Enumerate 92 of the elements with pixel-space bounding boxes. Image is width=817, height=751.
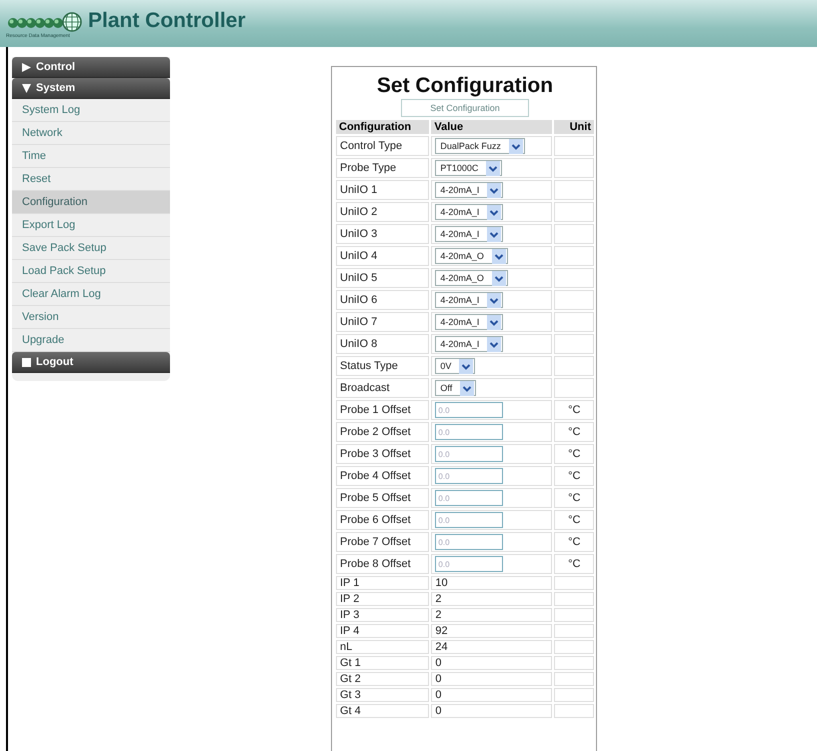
chevron-down-icon [487, 314, 502, 330]
sidebar-heading[interactable]: Control [12, 57, 170, 78]
table-cell: Broadcast [336, 378, 430, 398]
table-cell: UniIO 6 [336, 290, 430, 310]
table-cell: Probe 5 Offset [336, 488, 430, 508]
table-cell: 0 [431, 688, 552, 702]
logo-icon [6, 10, 84, 32]
table-cell: Probe 1 Offset [336, 400, 430, 420]
dropdown[interactable]: 4-20mA_I [435, 292, 504, 308]
table-cell: 0 [431, 656, 552, 670]
chevron-down-icon [487, 292, 502, 308]
dropdown[interactable]: 4-20mA_I [435, 226, 504, 242]
submit-button[interactable]: Set Configuration [401, 99, 529, 117]
table-cell: Control Type [336, 136, 430, 156]
table-cell: UniIO 1 [336, 180, 430, 200]
table-cell: UniIO 3 [336, 224, 430, 244]
table-cell: °C [554, 554, 594, 574]
dropdown[interactable]: 4-20mA_I [435, 204, 504, 220]
dropdown[interactable]: 4-20mA_I [435, 336, 504, 352]
square-icon [22, 358, 31, 366]
table-cell: 2 [431, 592, 552, 606]
table-cell: °C [554, 532, 594, 552]
table-cell: Gt 2 [336, 672, 430, 686]
chevron-down-icon [492, 248, 506, 264]
input-field[interactable]: 0.0 [435, 490, 504, 506]
table-cell: 10 [431, 576, 552, 590]
table-cell: nL [336, 640, 430, 654]
chevron-down-icon [460, 380, 474, 396]
dropdown[interactable]: DualPack Fuzz [435, 138, 525, 154]
table-cell: Status Type [336, 356, 430, 376]
table-cell: Gt 4 [336, 704, 430, 718]
table-cell: 0 [431, 704, 552, 718]
dropdown[interactable]: 4-20mA_O [435, 248, 508, 264]
dropdown[interactable]: PT1000C [435, 160, 502, 176]
table-cell: °C [554, 422, 594, 442]
table-cell: Probe 6 Offset [336, 510, 430, 530]
dropdown[interactable]: 4-20mA_O [435, 270, 508, 286]
table-cell: UniIO 2 [336, 202, 430, 222]
panel-title: Set Configuration [376, 75, 554, 97]
input-field[interactable]: 0.0 [435, 468, 504, 484]
chevron-down-icon [459, 358, 474, 374]
input-field[interactable]: 0.0 [435, 534, 504, 550]
triangle-right-icon [22, 62, 31, 72]
chevron-down-icon [508, 138, 523, 154]
table-cell: UniIO 7 [336, 312, 430, 332]
triangle-down-icon [22, 84, 31, 92]
table-cell: UniIO 8 [336, 334, 430, 354]
input-field[interactable]: 0.0 [435, 446, 504, 462]
dropdown[interactable]: Off [435, 380, 476, 396]
chevron-down-icon [486, 160, 500, 176]
column-header: Configuration [336, 120, 430, 134]
chevron-down-icon [487, 182, 502, 198]
table-cell: Probe 8 Offset [336, 554, 430, 574]
table-cell: Gt 1 [336, 656, 430, 670]
table-cell: IP 3 [336, 608, 430, 622]
chevron-down-icon [487, 336, 502, 352]
table-cell: Gt 3 [336, 688, 430, 702]
dropdown[interactable]: 4-20mA_I [435, 314, 504, 330]
table-cell: 92 [431, 624, 552, 638]
chevron-down-icon [487, 226, 502, 242]
input-field[interactable]: 0.0 [435, 424, 504, 440]
table-cell: Probe Type [336, 158, 430, 178]
table-cell: °C [554, 444, 594, 464]
input-field[interactable]: 0.0 [435, 402, 504, 418]
table-cell: IP 2 [336, 592, 430, 606]
table-cell: °C [554, 400, 594, 420]
sidebar-heading[interactable]: Logout [12, 352, 170, 373]
column-header: Value [431, 120, 552, 134]
table-cell: Probe 2 Offset [336, 422, 430, 442]
column-header: Unit [554, 120, 594, 134]
app-title: Plant Controller [88, 8, 246, 32]
dropdown[interactable]: 0V [435, 358, 476, 374]
sidebar-item[interactable]: Configuration [12, 191, 170, 214]
table-cell: IP 4 [336, 624, 430, 638]
table-cell: UniIO 5 [336, 268, 430, 288]
table-cell: °C [554, 510, 594, 530]
table-cell: 24 [431, 640, 552, 654]
table-cell: Probe 7 Offset [336, 532, 430, 552]
table-cell: Probe 3 Offset [336, 444, 430, 464]
dropdown[interactable]: 4-20mA_I [435, 182, 504, 198]
table-cell: °C [554, 488, 594, 508]
table-cell: IP 1 [336, 576, 430, 590]
table-cell: Probe 4 Offset [336, 466, 430, 486]
chevron-down-icon [492, 270, 506, 286]
table-cell: 2 [431, 608, 552, 622]
chevron-down-icon [487, 204, 502, 220]
input-field[interactable]: 0.0 [435, 556, 504, 572]
input-field[interactable]: 0.0 [435, 512, 504, 528]
sidebar-heading[interactable]: System [12, 78, 170, 99]
table-cell: UniIO 4 [336, 246, 430, 266]
table-cell: 0 [431, 672, 552, 686]
table-cell: °C [554, 466, 594, 486]
